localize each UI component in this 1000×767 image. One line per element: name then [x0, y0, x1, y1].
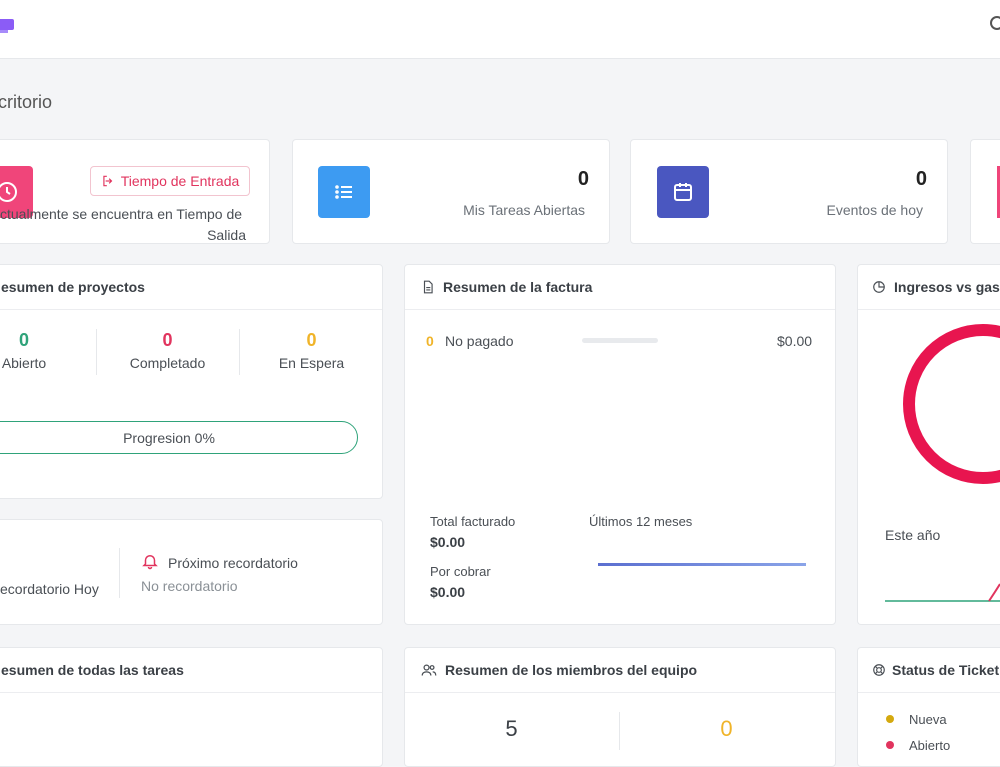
events-label: Eventos de hoy — [826, 202, 923, 218]
ticket-open-label[interactable]: Abierto — [909, 738, 950, 753]
clock-status-text: ctualmente se encuentra en Tiempo de Sal… — [0, 204, 246, 246]
list-icon — [335, 185, 352, 199]
bell-icon — [142, 555, 158, 570]
receivable-value: $0.00 — [430, 584, 466, 600]
invoice-summary-header: Resumen de la factura — [405, 265, 835, 310]
calendar-icon — [674, 183, 692, 201]
all-tasks-header: esumen de todas las tareas — [0, 648, 382, 693]
all-tasks-card: esumen de todas las tareas — [0, 647, 383, 767]
projects-progress-bar: Progresion 0% — [0, 421, 358, 454]
users-icon — [421, 664, 437, 676]
next-reminder-value: No recordatorio — [141, 578, 238, 594]
invoice-summary-title: Resumen de la factura — [443, 279, 593, 295]
clock-in-button[interactable]: Tiempo de Entrada — [90, 166, 250, 196]
app-logo-icon[interactable] — [0, 19, 14, 33]
projects-progress-label: Progresion 0% — [123, 429, 215, 446]
open-tasks-count: 0 — [577, 168, 589, 190]
projects-hold-label: En Espera — [278, 355, 345, 371]
clock-status-line2: Salida — [207, 227, 246, 243]
income-expenses-title: Ingresos vs gast — [894, 279, 1000, 295]
next-reminder-title: Próximo recordatorio — [168, 555, 298, 571]
team-divider — [619, 712, 620, 750]
stat-divider — [239, 329, 240, 375]
events-today-card[interactable]: 0 Eventos de hoy — [630, 139, 948, 244]
stat-divider — [96, 329, 97, 375]
pie-chart-icon — [873, 281, 885, 293]
top-navbar — [0, 0, 1000, 59]
open-tasks-card[interactable]: 0 Mis Tareas Abiertas — [292, 139, 610, 244]
projects-summary-header: esumen de proyectos — [0, 265, 382, 310]
reminders-card — [0, 519, 383, 625]
today-reminder-label: ecordatorio Hoy — [0, 581, 99, 597]
clock-status-line1: ctualmente se encuentra en Tiempo de — [0, 206, 243, 222]
unpaid-label[interactable]: No pagado — [445, 333, 514, 349]
ticket-new-dot — [886, 715, 894, 723]
page-title: critorio — [0, 92, 53, 112]
projects-summary-title: esumen de proyectos — [1, 279, 145, 295]
life-ring-icon — [873, 664, 885, 676]
team-secondary-count[interactable]: 0 — [669, 716, 784, 742]
tasks-tile — [318, 166, 370, 218]
ticket-new-label[interactable]: Nueva — [909, 712, 947, 727]
open-tasks-label: Mis Tareas Abiertas — [463, 202, 585, 218]
all-tasks-title: esumen de todas las tareas — [1, 662, 184, 678]
team-summary-title: Resumen de los miembros del equipo — [445, 662, 698, 678]
total-invoiced-label: Total facturado — [430, 514, 516, 529]
events-tile — [657, 166, 709, 218]
file-icon — [423, 280, 433, 294]
reminder-divider — [119, 548, 120, 598]
receivable-label: Por cobrar — [430, 564, 491, 579]
unpaid-amount: $0.00 — [777, 333, 813, 349]
sign-in-icon — [103, 175, 113, 187]
search-icon[interactable] — [990, 16, 1000, 30]
this-year-label: Este año — [885, 527, 941, 543]
team-members-count[interactable]: 5 — [454, 716, 569, 742]
projects-completed-count[interactable]: 0 — [110, 330, 225, 351]
projects-hold-count[interactable]: 0 — [254, 330, 369, 351]
unpaid-count: 0 — [426, 333, 434, 349]
projects-open-count[interactable]: 0 — [0, 330, 48, 351]
invoice-trend-line — [598, 563, 806, 566]
ticket-open-dot — [886, 741, 894, 749]
ticket-status-title: Status de Ticket — [892, 662, 1000, 678]
projects-completed-label: Completado — [129, 355, 206, 371]
team-summary-card: Resumen de los miembros del equipo — [404, 647, 836, 767]
projects-summary-card: esumen de proyectos — [0, 264, 383, 499]
unpaid-progress-track — [582, 338, 658, 343]
income-trend-chart — [885, 583, 1000, 602]
partial-card — [970, 139, 1000, 244]
events-count: 0 — [915, 168, 927, 190]
total-invoiced-value: $0.00 — [430, 534, 466, 550]
income-donut-chart — [903, 324, 1000, 484]
period-label: Últimos 12 meses — [589, 514, 693, 529]
income-expenses-header: Ingresos vs gast — [858, 265, 1000, 310]
team-summary-header: Resumen de los miembros del equipo — [405, 648, 835, 693]
clock-in-label: Tiempo de Entrada — [120, 173, 240, 189]
projects-open-label: Abierto — [1, 355, 47, 371]
clock-icon — [0, 182, 17, 202]
ticket-status-header: Status de Ticket — [858, 648, 1000, 693]
